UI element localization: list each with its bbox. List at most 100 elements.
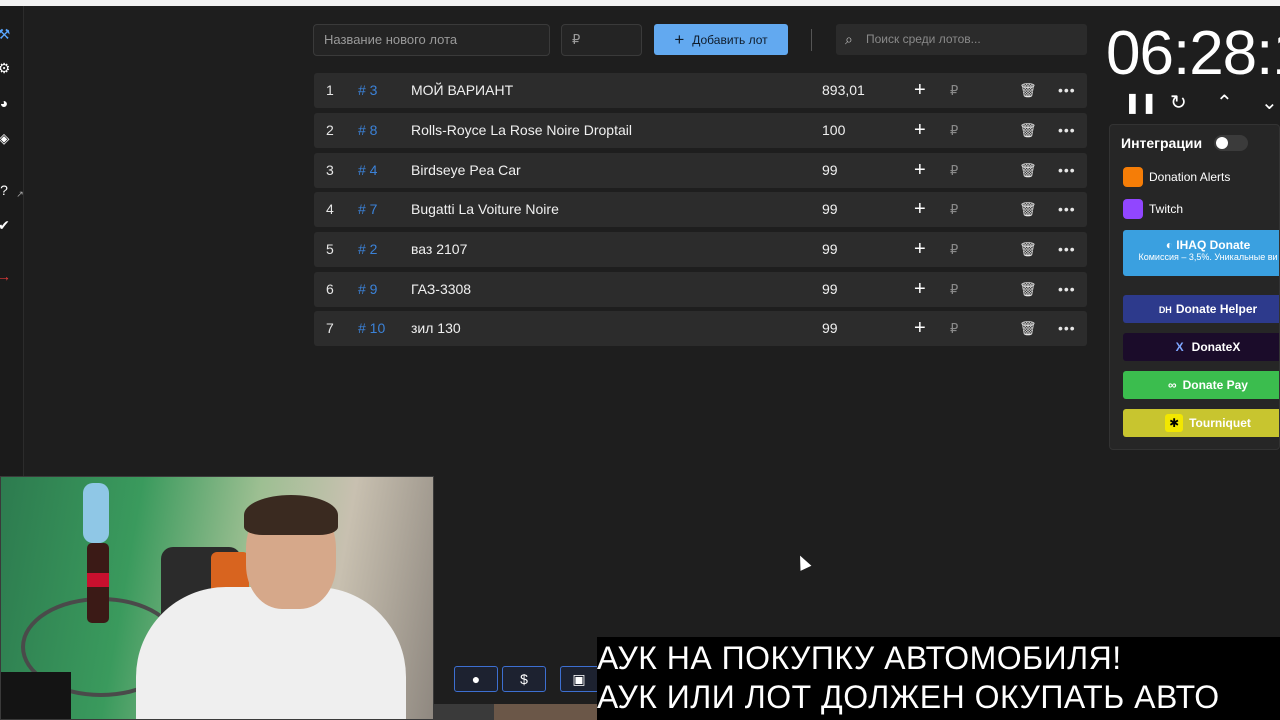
save-icon: ▣	[572, 671, 586, 687]
add-amount-icon[interactable]: +	[914, 192, 926, 227]
cola-bottle	[87, 543, 109, 623]
lot-amount[interactable]: 99	[822, 153, 838, 188]
add-amount-icon[interactable]: +	[914, 272, 926, 307]
ihaq-donate-button[interactable]: ◐ IHAQ Donate Комиссия – 3,5%. Уникальны…	[1123, 230, 1279, 276]
divider	[811, 29, 812, 51]
chevron-up-icon[interactable]: ⌃	[1216, 90, 1233, 115]
trash-icon[interactable]: 🗑	[1019, 153, 1037, 188]
logout-icon[interactable]: →	[0, 268, 12, 284]
save-button[interactable]: ▣	[560, 666, 597, 692]
trash-icon[interactable]: 🗑	[1019, 192, 1037, 227]
lot-row: 5 # 2 ваз 2107 99 + ₽ 🗑 •••	[314, 232, 1087, 267]
amount-currency[interactable]: ₽	[950, 113, 958, 148]
layers-icon[interactable]: ◈	[0, 130, 12, 146]
trash-icon[interactable]: 🗑	[1019, 272, 1037, 307]
trash-icon[interactable]: 🗑	[1019, 73, 1037, 108]
more-icon[interactable]: •••	[1058, 192, 1076, 227]
donate-button[interactable]: $	[502, 666, 546, 692]
trash-icon[interactable]: 🗑	[1019, 232, 1037, 267]
amount-currency[interactable]: ₽	[950, 272, 958, 307]
search-input[interactable]: ⌕ Поиск среди лотов...	[836, 24, 1087, 55]
donatex-button[interactable]: X DonateX	[1123, 333, 1279, 361]
plus-icon: +	[674, 30, 685, 49]
external-link-icon: ↗	[16, 189, 24, 199]
more-icon[interactable]: •••	[1058, 272, 1076, 307]
integration-donation-alerts[interactable]: Donation Alerts	[1123, 167, 1230, 187]
lot-name-input[interactable]: Название нового лота	[313, 24, 550, 56]
trash-icon[interactable]: 🗑	[1019, 311, 1037, 346]
lot-name[interactable]: Birdseye Pea Car	[411, 153, 521, 188]
pause-icon[interactable]: ❚❚	[1124, 90, 1158, 115]
twitch-icon	[1123, 199, 1143, 219]
gear-icon[interactable]: ⚙	[0, 60, 12, 76]
banner-line-2: АУК ИЛИ ЛОТ ДОЛЖЕН ОКУПАТЬ АВТО	[597, 679, 1220, 715]
lot-number: 6	[326, 281, 334, 297]
mouse-cursor	[794, 553, 812, 571]
amount-input[interactable]: ₽	[561, 24, 642, 56]
bottom-strip	[434, 704, 597, 720]
donation-alerts-icon	[1123, 167, 1143, 187]
integration-twitch[interactable]: Twitch	[1123, 199, 1183, 219]
lot-name[interactable]: ГАЗ-3308	[411, 272, 471, 307]
lot-row: 6 # 9 ГАЗ-3308 99 + ₽ 🗑 •••	[314, 272, 1087, 307]
webcam-overlay	[0, 476, 434, 720]
add-amount-icon[interactable]: +	[914, 153, 926, 188]
pay-label: IHAQ Donate	[1176, 238, 1251, 252]
add-amount-icon[interactable]: +	[914, 73, 926, 108]
integration-label: Twitch	[1149, 202, 1184, 216]
lot-number: 4	[326, 201, 334, 217]
amount-currency[interactable]: ₽	[950, 232, 958, 267]
lot-number: 7	[326, 320, 334, 336]
amount-currency[interactable]: ₽	[950, 311, 958, 346]
bottom-strip-segment	[494, 704, 597, 720]
shield-check-icon[interactable]: ✔	[0, 217, 12, 233]
github-button[interactable]: ●	[454, 666, 498, 692]
lot-amount[interactable]: 893,01	[822, 73, 865, 108]
donate-pay-button[interactable]: ∞ Donate Pay	[1123, 371, 1279, 399]
more-icon[interactable]: •••	[1058, 153, 1076, 188]
donate-helper-button[interactable]: DH Donate Helper	[1123, 295, 1279, 323]
ihaq-logo-icon: ◐	[1165, 238, 1177, 252]
tourniquet-icon: ✱	[1165, 414, 1184, 432]
lot-row: 4 # 7 Bugatti La Voiture Noire 99 + ₽ 🗑 …	[314, 192, 1087, 227]
lot-id: # 7	[358, 201, 378, 217]
more-icon[interactable]: •••	[1058, 73, 1076, 108]
help-icon[interactable]: ?	[0, 182, 12, 198]
lot-name[interactable]: зил 130	[411, 311, 461, 346]
more-icon[interactable]: •••	[1058, 311, 1076, 346]
lot-amount[interactable]: 100	[822, 113, 845, 148]
top-bar-strip	[0, 0, 1280, 6]
lot-name[interactable]: Bugatti La Voiture Noire	[411, 192, 559, 227]
trash-icon[interactable]: 🗑	[1019, 113, 1037, 148]
lot-amount[interactable]: 99	[822, 272, 838, 307]
lot-name[interactable]: Rolls-Royce La Rose Noire Droptail	[411, 113, 632, 148]
lot-id: # 2	[358, 241, 378, 257]
lot-number: 3	[326, 162, 334, 178]
more-icon[interactable]: •••	[1058, 232, 1076, 267]
amount-currency[interactable]: ₽	[950, 192, 958, 227]
pie-chart-icon[interactable]: ◕	[0, 95, 12, 111]
add-amount-icon[interactable]: +	[914, 232, 926, 267]
lot-name[interactable]: МОЙ ВАРИАНТ	[411, 73, 513, 108]
lot-amount[interactable]: 99	[822, 192, 838, 227]
add-amount-icon[interactable]: +	[914, 113, 926, 148]
chevron-down-icon[interactable]: ⌄	[1261, 90, 1278, 115]
lot-row: 2 # 8 Rolls-Royce La Rose Noire Droptail…	[314, 113, 1087, 148]
lot-amount[interactable]: 99	[822, 232, 838, 267]
amount-currency[interactable]: ₽	[950, 153, 958, 188]
search-icon: ⌕	[845, 31, 853, 47]
more-icon[interactable]: •••	[1058, 113, 1076, 148]
integrations-toggle[interactable]	[1214, 135, 1248, 151]
lot-amount[interactable]: 99	[822, 311, 838, 346]
tourniquet-button[interactable]: ✱ Tourniquet	[1123, 409, 1279, 437]
reset-icon[interactable]: ↻	[1170, 90, 1187, 115]
desk-corner	[1, 672, 71, 719]
banner-line-1: АУК НА ПОКУПКУ АВТОМОБИЛЯ!	[597, 640, 1122, 676]
add-lot-button[interactable]: + Добавить лот	[654, 24, 788, 55]
integrations-title: Интеграции	[1121, 135, 1203, 151]
lot-name[interactable]: ваз 2107	[411, 232, 467, 267]
donatex-icon: X	[1175, 340, 1184, 354]
hammer-icon[interactable]: ⚒	[0, 26, 12, 42]
add-amount-icon[interactable]: +	[914, 311, 926, 346]
amount-currency[interactable]: ₽	[950, 73, 958, 108]
